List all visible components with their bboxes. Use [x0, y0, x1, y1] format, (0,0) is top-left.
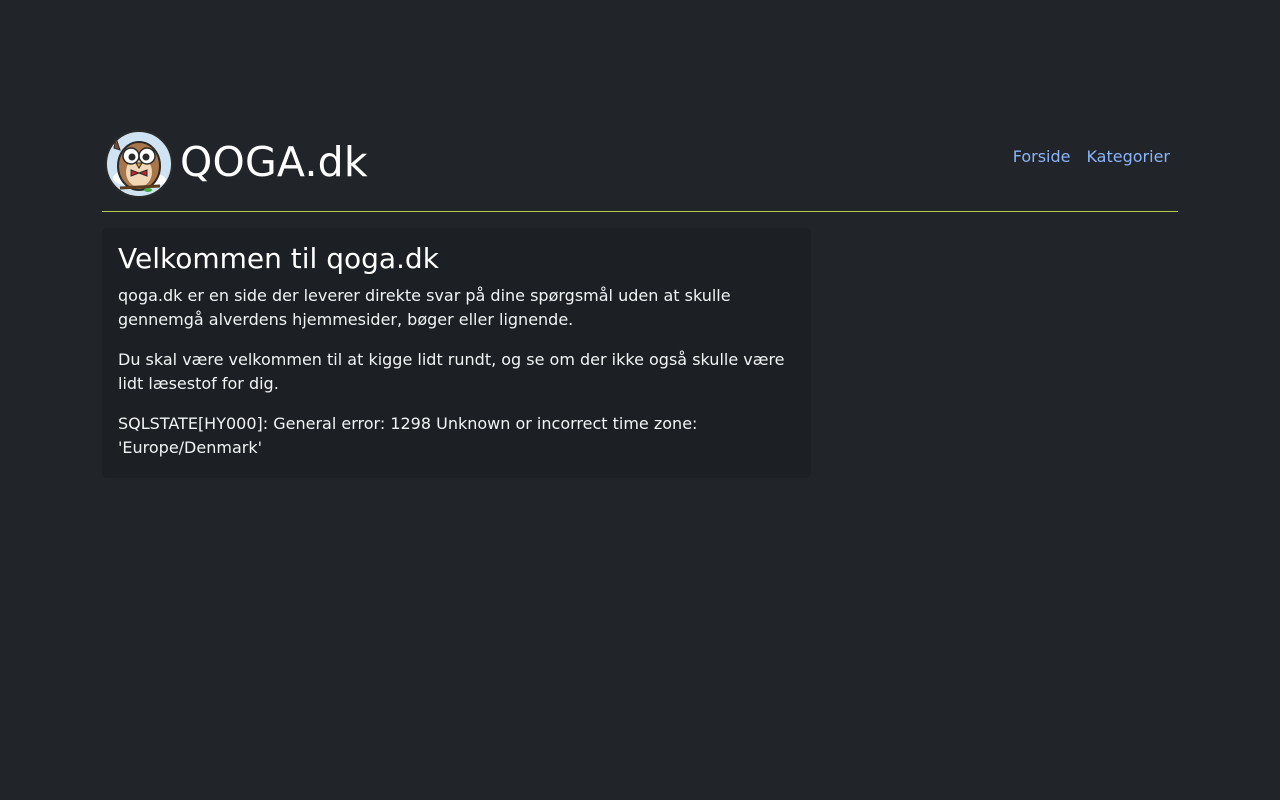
invite-paragraph: Du skal være velkommen til at kigge lidt…: [118, 350, 785, 393]
welcome-card: Velkommen til qoga.dk qoga.dk er en side…: [102, 228, 811, 478]
intro-paragraph: qoga.dk er en side der leverer direkte s…: [118, 286, 731, 329]
welcome-heading: Velkommen til qoga.dk: [118, 242, 439, 275]
nav-link-forside[interactable]: Forside: [1005, 145, 1079, 169]
site-title: QOGA.dk: [180, 138, 368, 186]
site-header: QOGA.dk Forside Kategorier: [102, 118, 1178, 212]
nav-link-kategorier[interactable]: Kategorier: [1078, 145, 1178, 169]
main-nav: Forside Kategorier: [1005, 145, 1178, 169]
owl-logo-icon: [105, 130, 173, 198]
error-message: SQLSTATE[HY000]: General error: 1298 Unk…: [118, 414, 698, 457]
brand-link[interactable]: QOGA.dk: [102, 124, 368, 200]
